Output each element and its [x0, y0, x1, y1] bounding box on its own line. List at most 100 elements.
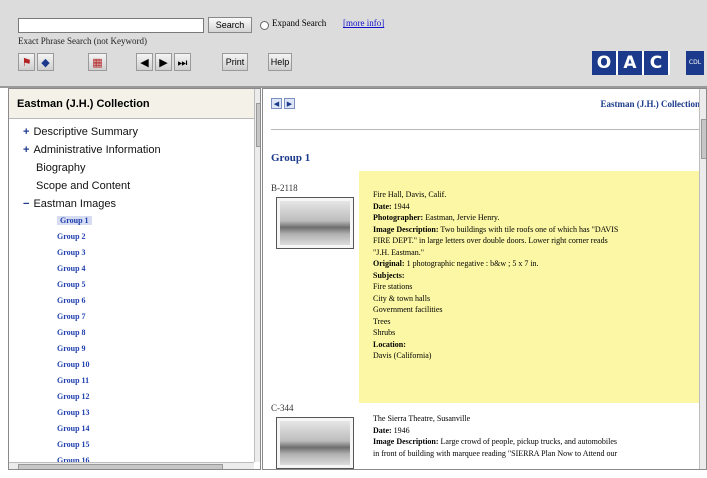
expand-search-radio[interactable]	[260, 21, 269, 30]
right-vertical-scrollbar[interactable]	[699, 89, 706, 469]
nav-label: Biography	[36, 162, 86, 174]
nav-label: Scope and Content	[36, 180, 131, 192]
divider	[271, 129, 699, 130]
nav-label: Descriptive Summary	[33, 126, 138, 138]
cdl-logo[interactable]: CDL	[686, 51, 704, 75]
content-pane: ◀ ▶ Eastman (J.H.) Collection Group 1 B-…	[262, 88, 707, 470]
group-link-5[interactable]: Group 5	[57, 280, 86, 289]
help-button[interactable]: Help	[268, 53, 292, 71]
record-description-cont: FIRE DEPT." in large letters over double…	[373, 236, 608, 245]
record-thumbnail[interactable]	[276, 197, 354, 249]
group-link-2[interactable]: Group 2	[57, 232, 86, 241]
nav-descriptive-summary[interactable]: + Descriptive Summary	[23, 126, 138, 138]
field-value: Eastman, Jervie Henry.	[425, 213, 500, 222]
field-value: Large crowd of people, pickup trucks, an…	[440, 437, 618, 446]
group-link-9[interactable]: Group 9	[57, 344, 86, 353]
group-link-15[interactable]: Group 15	[57, 440, 90, 449]
prev-page-button[interactable]: ◀	[271, 98, 282, 109]
collection-header: Eastman (J.H.) Collection	[9, 89, 254, 119]
previous-icon: ◀	[140, 55, 149, 69]
record-id: C-344	[271, 403, 294, 413]
left-vertical-scrollbar[interactable]	[254, 89, 260, 462]
group-link-10[interactable]: Group 10	[57, 360, 90, 369]
more-info-link[interactable]: [more info]	[343, 18, 384, 28]
field-label: Date:	[373, 425, 392, 435]
field-value: 1944	[393, 201, 410, 211]
subject-item: Shrubs	[373, 328, 396, 337]
record-title: Fire Hall, Davis, Calif.	[373, 190, 447, 199]
left-horizontal-scrollbar[interactable]	[9, 462, 254, 469]
collapse-icon: −	[23, 198, 30, 210]
group-link-7[interactable]: Group 7	[57, 312, 86, 321]
left-arrow-icon: ◀	[273, 100, 280, 108]
record-description-cont: "J.H. Eastman."	[373, 247, 424, 257]
nav-label: Eastman Images	[33, 198, 116, 210]
nav-eastman-images[interactable]: − Eastman Images	[23, 198, 116, 210]
subject-item: Fire stations	[373, 282, 413, 291]
group-link-13[interactable]: Group 13	[57, 408, 90, 417]
subjects-label: Subjects:	[373, 270, 405, 280]
logo-letter: C	[644, 51, 668, 75]
location-label: Location:	[373, 339, 406, 349]
home-icon: ⚑	[21, 55, 32, 69]
record-date: Date: 1946	[373, 425, 703, 437]
up-button[interactable]: ◆	[37, 53, 54, 71]
location-value: Davis (California)	[373, 351, 432, 360]
record-original: Original: 1 photographic negative : b&w …	[373, 258, 703, 270]
previous-button[interactable]: ◀	[136, 53, 153, 71]
search-button[interactable]: Search	[208, 17, 252, 33]
record-detail: The Sierra Theatre, Susanville Date: 194…	[359, 411, 703, 469]
group-link-11[interactable]: Group 11	[57, 376, 89, 385]
group-link-1[interactable]: Group 1	[57, 216, 92, 225]
exact-phrase-label: Exact Phrase Search (not Keyword)	[18, 36, 147, 46]
collection-title: Eastman (J.H.) Collection	[17, 98, 150, 110]
expand-search-label: Expand Search	[272, 18, 327, 28]
field-label: Date:	[373, 201, 392, 211]
logo-letter: A	[618, 51, 642, 75]
nav-biography[interactable]: Biography	[36, 162, 86, 174]
record-thumbnail[interactable]	[276, 417, 354, 469]
navigation-pane: Eastman (J.H.) Collection + Descriptive S…	[8, 88, 261, 470]
group-link-4[interactable]: Group 4	[57, 264, 86, 273]
nav-scope-and-content[interactable]: Scope and Content	[36, 180, 130, 192]
expand-icon: +	[23, 126, 30, 138]
record-date: Date: 1944	[373, 201, 703, 213]
group-link-12[interactable]: Group 12	[57, 392, 90, 401]
group-link-14[interactable]: Group 14	[57, 424, 90, 433]
search-input[interactable]	[18, 18, 204, 33]
group-link-3[interactable]: Group 3	[57, 248, 86, 257]
record-id: B-2118	[271, 183, 298, 193]
print-button[interactable]: Print	[222, 53, 248, 71]
logo-letter: O	[592, 51, 616, 75]
next-icon: ▶	[159, 55, 168, 69]
oac-logo[interactable]: O A C	[592, 51, 670, 75]
photo-image	[280, 201, 350, 245]
field-value: 1 photographic negative : b&w ; 5 x 7 in…	[406, 259, 539, 268]
field-label: Original:	[373, 259, 405, 268]
group-link-6[interactable]: Group 6	[57, 296, 86, 305]
field-value: 1946	[393, 425, 410, 435]
nav-administrative-information[interactable]: + Administrative Information	[23, 144, 161, 156]
field-value: Two buildings with tile roofs one of whi…	[440, 224, 619, 234]
collection-link[interactable]: Eastman (J.H.) Collection	[601, 99, 701, 109]
view-toggle-button[interactable]: ▦	[88, 53, 107, 71]
expand-icon: +	[23, 144, 30, 156]
diamond-icon: ◆	[41, 55, 50, 69]
nav-label: Administrative Information	[33, 144, 161, 156]
home-button[interactable]: ⚑	[18, 53, 35, 71]
subject-item: Trees	[373, 316, 391, 326]
left-hscroll-thumb[interactable]	[18, 464, 223, 469]
field-label: Image Description:	[373, 224, 439, 234]
next-button[interactable]: ▶	[155, 53, 172, 71]
group-link-8[interactable]: Group 8	[57, 328, 86, 337]
right-scroll-thumb[interactable]	[701, 119, 706, 159]
group-heading: Group 1	[271, 152, 311, 164]
last-button[interactable]: ⏭	[174, 53, 191, 71]
field-label: Image Description:	[373, 437, 439, 446]
subject-item: Government facilities	[373, 305, 443, 314]
next-page-button[interactable]: ▶	[284, 98, 295, 109]
right-arrow-icon: ▶	[286, 100, 293, 108]
top-toolbar: Search Expand Search [more info] Exact P…	[0, 0, 707, 88]
field-label: Photographer:	[373, 213, 424, 222]
left-scroll-thumb[interactable]	[256, 103, 260, 147]
